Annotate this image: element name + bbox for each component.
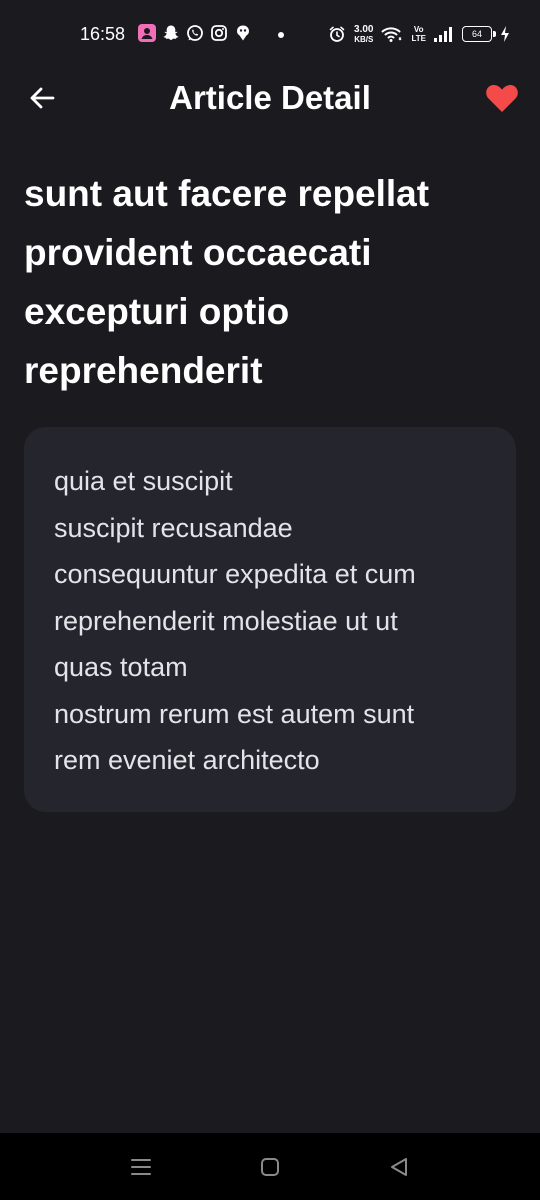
- instagram-icon: [211, 25, 227, 41]
- article-body-line: suscipit recusandae: [54, 512, 293, 543]
- article-title: sunt aut facere repellat provident occae…: [24, 173, 430, 391]
- app-icon: [138, 24, 156, 42]
- home-button[interactable]: [256, 1153, 284, 1181]
- notification-icons: [138, 24, 252, 42]
- wifi-icon: [381, 27, 402, 42]
- status-bar: 16:58 3.00 KB/S Vo LTE 64: [0, 0, 540, 68]
- heart-icon: [486, 85, 518, 112]
- app-icon: [237, 25, 249, 41]
- article-body-line: consequuntur expedita et cum: [54, 559, 416, 589]
- battery-indicator: 64: [462, 26, 496, 42]
- alarm-icon: [329, 26, 345, 42]
- back-icon: [391, 1158, 407, 1176]
- recents-button[interactable]: [127, 1153, 155, 1181]
- charging-icon: [501, 26, 509, 42]
- volte-top: Vo: [413, 25, 424, 34]
- article-body-line: quas totam: [54, 652, 188, 682]
- network-speed-unit: KB/S: [354, 34, 374, 44]
- volte-indicator: Vo LTE: [411, 25, 426, 43]
- recents-icon: [131, 1159, 151, 1175]
- status-right: 3.00 KB/S Vo LTE 64: [328, 22, 510, 46]
- article-body-line: reprehenderit molestiae ut ut: [54, 605, 398, 636]
- article-body-line: rem eveniet architecto: [54, 745, 320, 775]
- system-back-button[interactable]: [385, 1153, 413, 1181]
- more-notifications-dot: [278, 32, 284, 38]
- article-body-card: quia et suscipit suscipit recusandae con…: [24, 427, 516, 812]
- article-body-line: quia et suscipit: [54, 466, 233, 496]
- signal-icon: [434, 27, 452, 42]
- article-body-line: nostrum rerum est autem sunt: [54, 698, 415, 729]
- app-bar: Article Detail: [0, 68, 540, 128]
- volte-bottom: LTE: [411, 34, 426, 43]
- status-time: 16:58: [80, 24, 126, 44]
- network-speed: 3.00 KB/S: [354, 23, 374, 44]
- whatsapp-icon: [187, 25, 203, 41]
- page-title: Article Detail: [169, 79, 371, 116]
- network-speed-value: 3.00: [354, 23, 374, 35]
- snapchat-icon: [163, 25, 179, 40]
- system-nav-bar: [0, 1133, 540, 1200]
- screen: 16:58 3.00 KB/S Vo LTE 64 Article Detail…: [0, 0, 540, 1200]
- home-icon: [261, 1158, 279, 1176]
- favorite-button[interactable]: [482, 80, 522, 116]
